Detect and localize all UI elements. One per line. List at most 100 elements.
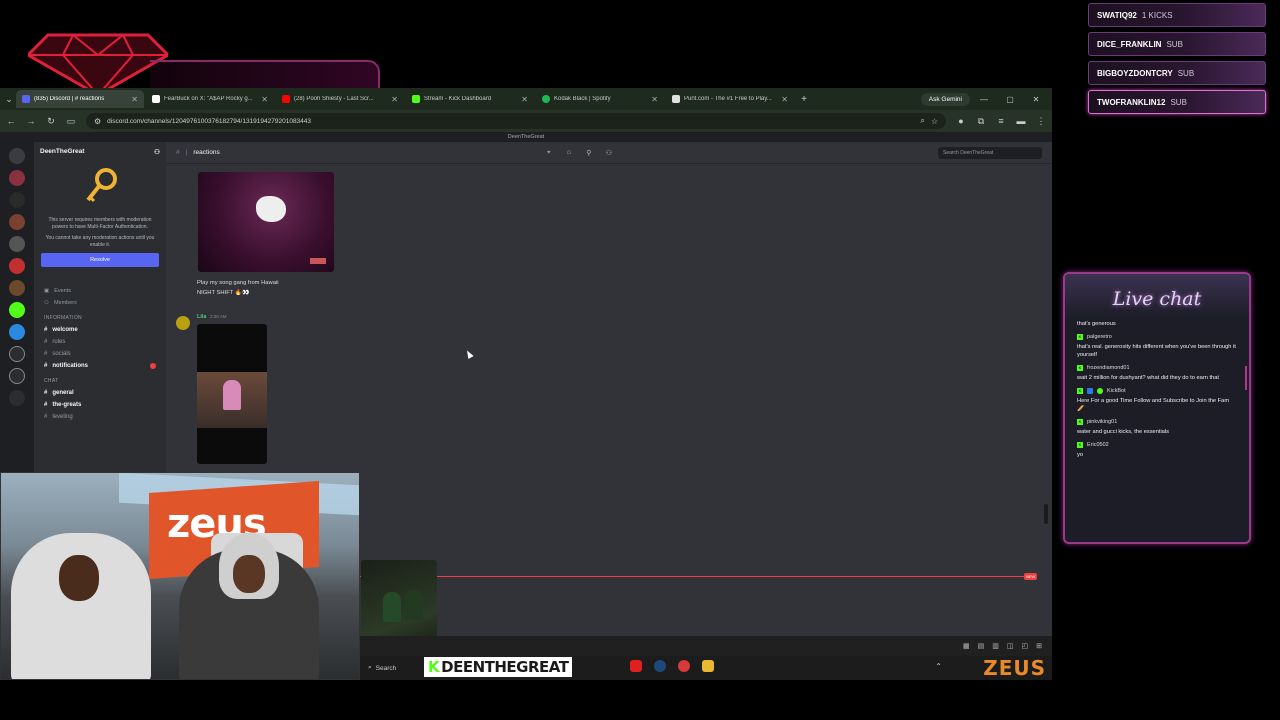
tab-spotify[interactable]: Kodak Black | Spotify ✕ (536, 90, 664, 108)
close-icon[interactable]: ✕ (261, 95, 268, 104)
chrome-icon[interactable] (678, 660, 690, 672)
member-list-icon[interactable]: ⚇ (602, 149, 616, 157)
tray-icon[interactable]: ⊞ (1036, 642, 1042, 650)
resolve-button[interactable]: Resolve (41, 253, 159, 267)
tab-punt[interactable]: Punt.com - The #1 Free to Play... ✕ (666, 90, 794, 108)
threads-icon[interactable]: ⌖ (542, 149, 556, 157)
tray-icon[interactable]: ◫ (1007, 642, 1014, 650)
message-image[interactable] (198, 172, 334, 272)
channel-label: welcome (52, 327, 78, 333)
nav-events[interactable]: ▣ Events (34, 285, 166, 297)
profile-icon[interactable]: ▬ (1016, 116, 1026, 126)
reload-icon[interactable]: ↻ (46, 116, 56, 127)
scrollbar[interactable] (1044, 504, 1048, 524)
server-icon[interactable] (9, 148, 25, 164)
tray-chevron-icon[interactable]: ⌃ (935, 662, 942, 671)
nav-members[interactable]: ⚇ Members (34, 297, 166, 309)
back-icon[interactable]: ← (6, 116, 16, 126)
server-icon[interactable] (9, 280, 25, 296)
site-info-icon[interactable]: ⚙ (94, 117, 101, 126)
tab-youtube[interactable]: (28) Pooh Shiesty - Last Scr... ✕ (276, 90, 404, 108)
youtube-icon (282, 95, 290, 103)
media-icon[interactable]: ≡ (996, 116, 1006, 126)
channel-socials[interactable]: # socials (34, 348, 166, 360)
search-input[interactable]: Search DeenTheGreat (937, 146, 1042, 159)
close-icon[interactable]: ✕ (131, 95, 138, 104)
add-member-icon[interactable]: ⚇ (154, 148, 160, 156)
chat-message: Kfrozendiamond01 wait 2 million for dushy… (1065, 363, 1249, 386)
server-icon[interactable] (9, 324, 25, 340)
tab-kick[interactable]: Stream - Kick Dashboard ✕ (406, 90, 534, 108)
tab-discord[interactable]: (835) Discord | # reactions ✕ (16, 90, 144, 108)
spotify-icon (542, 95, 550, 103)
close-icon[interactable]: ✕ (391, 95, 398, 104)
channel-leveling[interactable]: # leveling (34, 411, 166, 423)
close-window-icon[interactable]: ✕ (1024, 95, 1048, 104)
folder-icon[interactable] (702, 660, 714, 672)
message-author[interactable]: Lila (197, 314, 206, 320)
tab-x[interactable]: FearBuck on X: "A$AP Rocky g... ✕ (146, 90, 274, 108)
menu-icon[interactable]: ⋮ (1036, 116, 1046, 127)
category-chat[interactable]: CHAT (34, 372, 166, 387)
avatar[interactable] (176, 316, 190, 330)
close-icon[interactable]: ✕ (651, 95, 658, 104)
channel-label: general (52, 390, 74, 396)
extensions-puzzle-icon[interactable]: ⧉ (976, 116, 986, 127)
hash-icon: # (176, 149, 180, 156)
server-icon[interactable] (9, 192, 25, 208)
tray-icon[interactable]: ◰ (1022, 642, 1029, 650)
new-tab-button[interactable]: + (796, 94, 812, 105)
tray-icon[interactable]: ▦ (963, 642, 970, 650)
server-icon[interactable] (9, 170, 25, 186)
chat-text: that's generous (1077, 321, 1116, 327)
chat-message: that's generous (1065, 318, 1249, 332)
calendar-icon: ▣ (44, 288, 50, 294)
ask-gemini-button[interactable]: Ask Gemini (920, 92, 970, 106)
x-icon (152, 95, 160, 103)
category-information[interactable]: INFORMATION (34, 309, 166, 324)
tab-title: (28) Pooh Shiesty - Last Scr... (294, 96, 374, 102)
add-server-icon[interactable] (9, 346, 25, 362)
explore-icon[interactable] (9, 368, 25, 384)
channel-notifications[interactable]: # notifications (34, 360, 166, 372)
chat-message: K KickBot Here For a good Time Follow and … (1065, 386, 1249, 417)
kick-badge-icon: K (1077, 365, 1083, 371)
download-icon[interactable] (9, 390, 25, 406)
close-icon[interactable]: ✕ (781, 95, 788, 104)
tab-list-icon[interactable]: ⌄ (4, 94, 14, 105)
server-icon[interactable] (9, 258, 25, 274)
forward-icon[interactable]: → (26, 116, 36, 126)
steam-icon[interactable] (654, 660, 666, 672)
channel-welcome[interactable]: # welcome (34, 324, 166, 336)
channel-the-greats[interactable]: # the-greats (34, 399, 166, 411)
youtube-icon[interactable] (630, 660, 642, 672)
message-timestamp: 2:38 AM (210, 314, 227, 319)
minimize-icon[interactable]: — (972, 95, 996, 104)
server-icon[interactable] (9, 236, 25, 252)
sidebar-icon[interactable]: ▭ (66, 116, 76, 127)
taskbar-search[interactable]: ⌕ Search (362, 660, 422, 676)
hash-icon: # (44, 339, 48, 345)
moderator-badge-icon (1087, 388, 1093, 394)
tab-title: Kodak Black | Spotify (554, 96, 611, 102)
tray-icon[interactable]: ▤ (978, 642, 985, 650)
maximize-icon[interactable]: ▢ (998, 95, 1022, 104)
message-video[interactable] (197, 324, 267, 464)
close-icon[interactable]: ✕ (521, 95, 528, 104)
chat-text: yo (1077, 452, 1084, 458)
server-name-label: DeenTheGreat (40, 148, 85, 155)
bookmark-star-icon[interactable]: ☆ (931, 117, 938, 126)
notification-bell-icon[interactable]: ⌂ (562, 149, 576, 156)
zoom-icon[interactable]: ⌕ (920, 116, 924, 126)
server-icon[interactable] (9, 302, 25, 318)
event-type: SUB (1177, 68, 1195, 78)
address-bar[interactable]: ⚙ discord.com/channels/12049761003761827… (86, 113, 946, 129)
server-icon[interactable] (9, 214, 25, 230)
tray-icon[interactable]: ▥ (992, 642, 999, 650)
channel-rules[interactable]: # rules (34, 336, 166, 348)
pin-icon[interactable]: ⚲ (582, 149, 596, 157)
extension-icon[interactable]: ● (956, 116, 966, 126)
chat-scrollbar[interactable] (1245, 366, 1247, 390)
server-name[interactable]: DeenTheGreat ⚇ (34, 142, 166, 162)
channel-general[interactable]: # general (34, 387, 166, 399)
